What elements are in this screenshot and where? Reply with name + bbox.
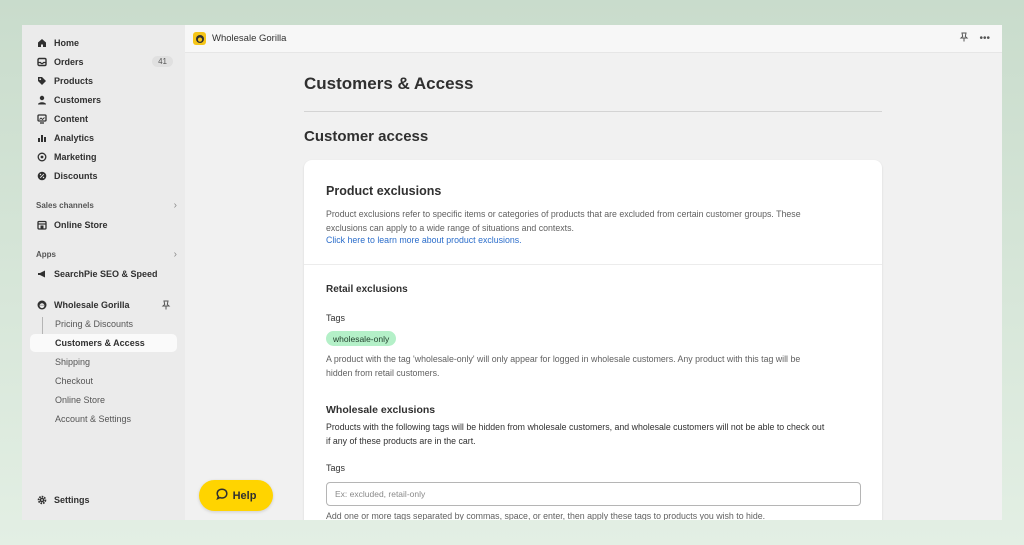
target-icon [36,152,47,163]
home-icon [36,38,47,49]
topbar-actions: ••• [959,32,990,45]
sidebar-item-label: Wholesale Gorilla [54,300,130,310]
sub-item-account-settings[interactable]: Account & Settings [30,410,177,428]
bar-chart-icon [36,133,47,144]
sub-item-shipping[interactable]: Shipping [30,353,177,371]
megaphone-icon [36,269,47,280]
sidebar-item-online-store[interactable]: Online Store [30,216,177,234]
wholesale-only-tag: wholesale-only [326,331,397,346]
main-content: Customers & Access Customer access Produ… [185,53,1002,520]
sidebar-item-label: Online Store [54,220,108,230]
orders-count-badge: 41 [152,56,173,67]
sidebar-item-wholesale-gorilla[interactable]: Wholesale Gorilla [30,296,177,314]
sales-channels-label: Sales channels [36,201,94,210]
learn-more-link[interactable]: Click here to learn more about product e… [326,235,522,245]
more-options-icon[interactable]: ••• [979,33,990,44]
gorilla-logo-icon [193,32,206,45]
sub-item-label: Online Store [55,395,106,405]
card-heading: Product exclusions [326,184,442,198]
sidebar-item-marketing[interactable]: Marketing [30,148,177,166]
sidebar-item-label: Marketing [54,152,97,162]
retail-tags-label: Tags [326,313,346,323]
chat-bubble-icon [215,488,228,503]
sidebar-item-label: Discounts [54,171,98,181]
sidebar: Home Orders 41 Products Customers Conten… [22,25,185,520]
sidebar-item-label: SearchPie SEO & Speed [54,269,158,279]
sidebar-item-label: Content [54,114,88,124]
storefront-icon [36,220,47,231]
sub-item-pricing-discounts[interactable]: Pricing & Discounts [30,315,177,333]
sidebar-item-settings[interactable]: Settings [30,491,177,509]
chevron-right-icon: › [173,249,177,260]
card-divider [304,264,882,265]
retail-exclusions-heading: Retail exclusions [326,284,408,295]
chevron-right-icon: › [173,200,177,211]
tag-icon [36,76,47,87]
sub-item-label: Account & Settings [55,414,132,424]
sidebar-item-searchpie[interactable]: SearchPie SEO & Speed [30,265,177,283]
wholesale-description: Products with the following tags will be… [326,422,825,446]
apps-header[interactable]: Apps › [36,249,177,260]
page-title: Customers & Access [304,74,474,93]
discount-icon [36,171,47,182]
sub-item-label: Shipping [55,357,91,367]
sidebar-item-label: Analytics [54,133,95,143]
sub-item-label: Pricing & Discounts [55,319,134,329]
person-icon [36,95,47,106]
app-topbar: Wholesale Gorilla ••• [185,25,1002,53]
wholesale-exclusions-heading: Wholesale exclusions [326,404,436,416]
sub-item-label: Checkout [55,376,94,386]
inbox-icon [36,57,47,68]
sub-item-checkout[interactable]: Checkout [30,372,177,390]
sub-item-customers-access[interactable]: Customers & Access [30,334,177,352]
wholesale-help-text: Add one or more tags separated by commas… [326,511,766,520]
content-icon [36,114,47,125]
sidebar-item-customers[interactable]: Customers [30,91,177,109]
product-exclusions-card: Product exclusions Product exclusions re… [304,160,882,520]
retail-help-text: A product with the tag 'wholesale-only' … [326,354,801,378]
sidebar-item-orders[interactable]: Orders 41 [30,53,177,71]
sidebar-item-content[interactable]: Content [30,110,177,128]
sidebar-item-discounts[interactable]: Discounts [30,167,177,185]
sidebar-item-products[interactable]: Products [30,72,177,90]
pin-icon[interactable] [959,32,969,45]
sidebar-item-label: Settings [54,495,90,505]
sales-channels-header[interactable]: Sales channels › [36,200,177,211]
sidebar-item-label: Products [54,76,94,86]
help-button[interactable]: Help [199,480,273,511]
wholesale-tags-input[interactable] [326,482,861,506]
sidebar-item-label: Orders [54,57,84,67]
title-divider [304,111,882,112]
apps-label: Apps [36,250,56,259]
app-name: Wholesale Gorilla [212,33,287,44]
wholesale-tags-label: Tags [326,463,346,473]
sub-item-label: Customers & Access [55,338,145,348]
sidebar-item-label: Customers [54,95,102,105]
sidebar-item-analytics[interactable]: Analytics [30,129,177,147]
pin-icon[interactable] [161,300,171,310]
section-title: Customer access [304,128,429,145]
app-window: Home Orders 41 Products Customers Conten… [22,25,1002,520]
sidebar-item-label: Home [54,38,80,48]
card-description: Product exclusions refer to specific ite… [326,209,801,233]
sub-item-online-store[interactable]: Online Store [30,391,177,409]
gear-icon [36,495,47,506]
sidebar-item-home[interactable]: Home [30,34,177,52]
help-button-label: Help [232,489,257,502]
gorilla-app-icon [36,300,47,311]
